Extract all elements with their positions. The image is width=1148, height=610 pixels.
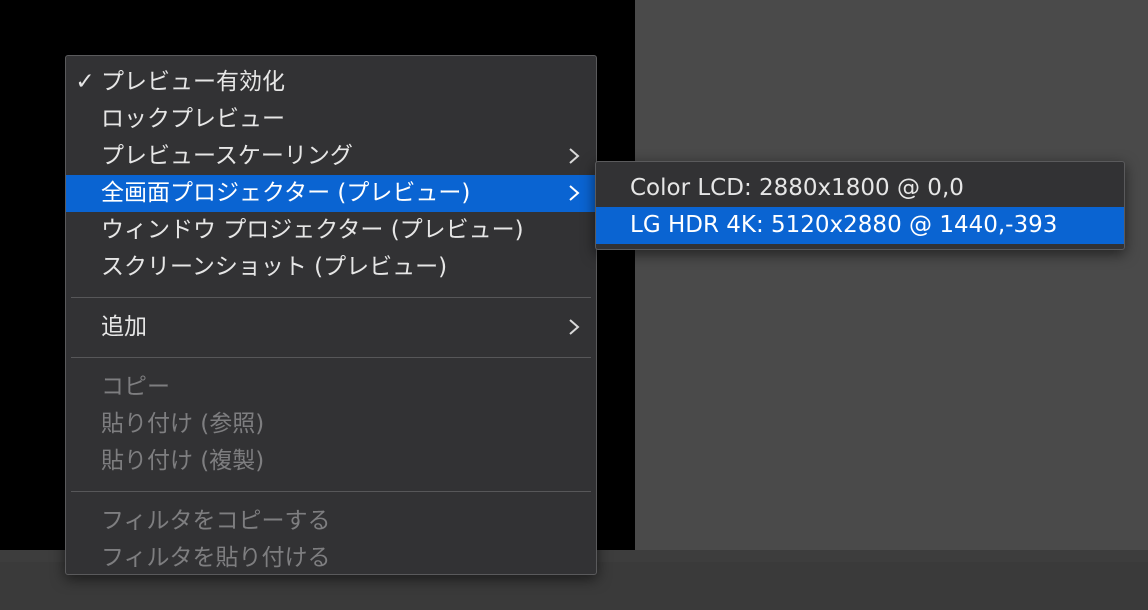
menu-item-fullscreen-projector[interactable]: 全画面プロジェクター (プレビュー) [66,175,596,212]
menu-item-add[interactable]: 追加 [66,309,596,346]
submenu-item-display-lg-hdr-4k[interactable]: LG HDR 4K: 5120x2880 @ 1440,-393 [596,207,1124,244]
menu-item-paste-filters: フィルタを貼り付ける [66,540,596,577]
submenu-item-label: LG HDR 4K: 5120x2880 @ 1440,-393 [630,212,1058,238]
menu-item-label: コピー [101,374,170,400]
menu-item-label: フィルタをコピーする [101,508,331,534]
chevron-right-icon [568,309,580,346]
menu-item-label: スクリーンショット (プレビュー) [101,254,448,280]
menu-item-label: プレビュースケーリング [101,143,353,169]
submenu-item-label: Color LCD: 2880x1800 @ 0,0 [630,175,964,201]
menu-item-enable-preview[interactable]: ✓ プレビュー有効化 [66,64,596,101]
menu-item-label: 追加 [101,314,147,340]
menu-item-label: ウィンドウ プロジェクター (プレビュー) [101,217,524,243]
submenu-item-display-color-lcd[interactable]: Color LCD: 2880x1800 @ 0,0 [596,170,1124,207]
projector-submenu: Color LCD: 2880x1800 @ 0,0 LG HDR 4K: 51… [595,161,1125,250]
chevron-right-icon [568,175,580,212]
menu-item-label: プレビュー有効化 [101,69,285,95]
context-menu: ✓ プレビュー有効化 ロックプレビュー プレビュースケーリング 全画面プロジェク… [65,55,597,575]
menu-separator [71,491,591,492]
menu-item-copy: コピー [66,369,596,406]
menu-item-paste-duplicate: 貼り付け (複製) [66,443,596,480]
menu-item-label: ロックプレビュー [101,106,285,132]
menu-item-paste-reference: 貼り付け (参照) [66,406,596,443]
menu-item-preview-scaling[interactable]: プレビュースケーリング [66,138,596,175]
menu-separator [71,297,591,298]
menu-item-lock-preview[interactable]: ロックプレビュー [66,101,596,138]
menu-item-screenshot[interactable]: スクリーンショット (プレビュー) [66,249,596,286]
menu-separator [71,357,591,358]
checkmark-icon: ✓ [75,69,95,95]
menu-item-windowed-projector[interactable]: ウィンドウ プロジェクター (プレビュー) [66,212,596,249]
chevron-right-icon [568,138,580,175]
menu-item-label: フィルタを貼り付ける [101,545,331,571]
menu-item-label: 全画面プロジェクター (プレビュー) [101,180,471,206]
menu-item-label: 貼り付け (複製) [101,448,265,474]
menu-item-copy-filters: フィルタをコピーする [66,503,596,540]
menu-item-label: 貼り付け (参照) [101,411,265,437]
